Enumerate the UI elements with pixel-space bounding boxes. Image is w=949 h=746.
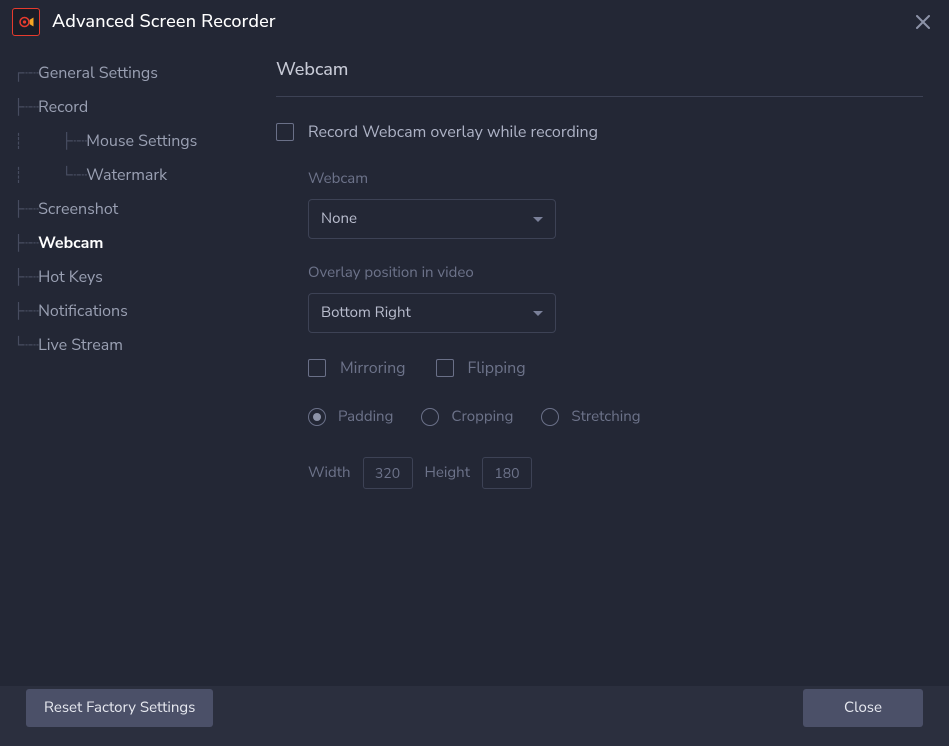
sidebar-item-notifications[interactable]: ├┄┄Notifications [14,294,250,328]
sidebar-item-label: Mouse Settings [86,133,197,149]
sidebar-item-screenshot[interactable]: ├┄┄Screenshot [14,192,250,226]
mirroring-checkbox[interactable] [308,359,326,377]
sidebar: ┌┄┄General Settings ├┄┄Record ┊ ├┄┄Mouse… [0,44,250,686]
chevron-down-icon [533,311,543,316]
webcam-select-value: None [321,209,357,229]
window-title: Advanced Screen Recorder [52,10,276,34]
stretching-label: Stretching [571,407,640,427]
footer: Reset Factory Settings Close [0,686,949,746]
width-input[interactable] [363,457,413,489]
mirroring-label: Mirroring [340,357,406,379]
padding-label: Padding [338,407,393,427]
sidebar-item-hot-keys[interactable]: ├┄┄Hot Keys [14,260,250,294]
overlay-position-label: Overlay position in video [308,263,923,283]
reset-factory-button[interactable]: Reset Factory Settings [26,689,213,727]
sidebar-item-general-settings[interactable]: ┌┄┄General Settings [14,56,250,90]
close-button[interactable]: Close [803,689,923,727]
chevron-down-icon [533,217,543,222]
sidebar-item-watermark[interactable]: ┊ └┄┄Watermark [14,158,250,192]
flipping-checkbox[interactable] [436,359,454,377]
stretching-radio[interactable] [541,408,559,426]
padding-radio[interactable] [308,408,326,426]
cropping-radio[interactable] [421,408,439,426]
titlebar: Advanced Screen Recorder [0,0,949,44]
height-label: Height [425,463,470,483]
webcam-field-label: Webcam [308,169,923,189]
sidebar-item-label: Webcam [38,235,103,251]
sidebar-item-label: Live Stream [38,337,123,353]
record-overlay-checkbox[interactable] [276,123,294,141]
sidebar-item-label: General Settings [38,65,158,81]
sidebar-item-label: Record [38,99,88,115]
width-label: Width [308,463,351,483]
content-panel: Webcam Record Webcam overlay while recor… [250,44,949,686]
webcam-select[interactable]: None [308,199,556,239]
sidebar-item-label: Notifications [38,303,128,319]
overlay-position-select[interactable]: Bottom Right [308,293,556,333]
sidebar-item-mouse-settings[interactable]: ┊ ├┄┄Mouse Settings [14,124,250,158]
divider [276,96,923,97]
sidebar-item-record[interactable]: ├┄┄Record [14,90,250,124]
sidebar-item-live-stream[interactable]: └┄┄Live Stream [14,328,250,362]
record-overlay-label: Record Webcam overlay while recording [308,121,598,143]
sidebar-item-label: Hot Keys [38,269,103,285]
sidebar-item-webcam[interactable]: ├┄┄Webcam [14,226,250,260]
close-icon[interactable] [909,8,937,36]
sidebar-item-label: Screenshot [38,201,118,217]
flipping-label: Flipping [468,357,526,379]
height-input[interactable] [482,457,532,489]
page-title: Webcam [276,58,923,82]
cropping-label: Cropping [451,407,513,427]
app-icon [12,8,40,36]
overlay-position-value: Bottom Right [321,303,411,323]
sidebar-item-label: Watermark [86,167,167,183]
